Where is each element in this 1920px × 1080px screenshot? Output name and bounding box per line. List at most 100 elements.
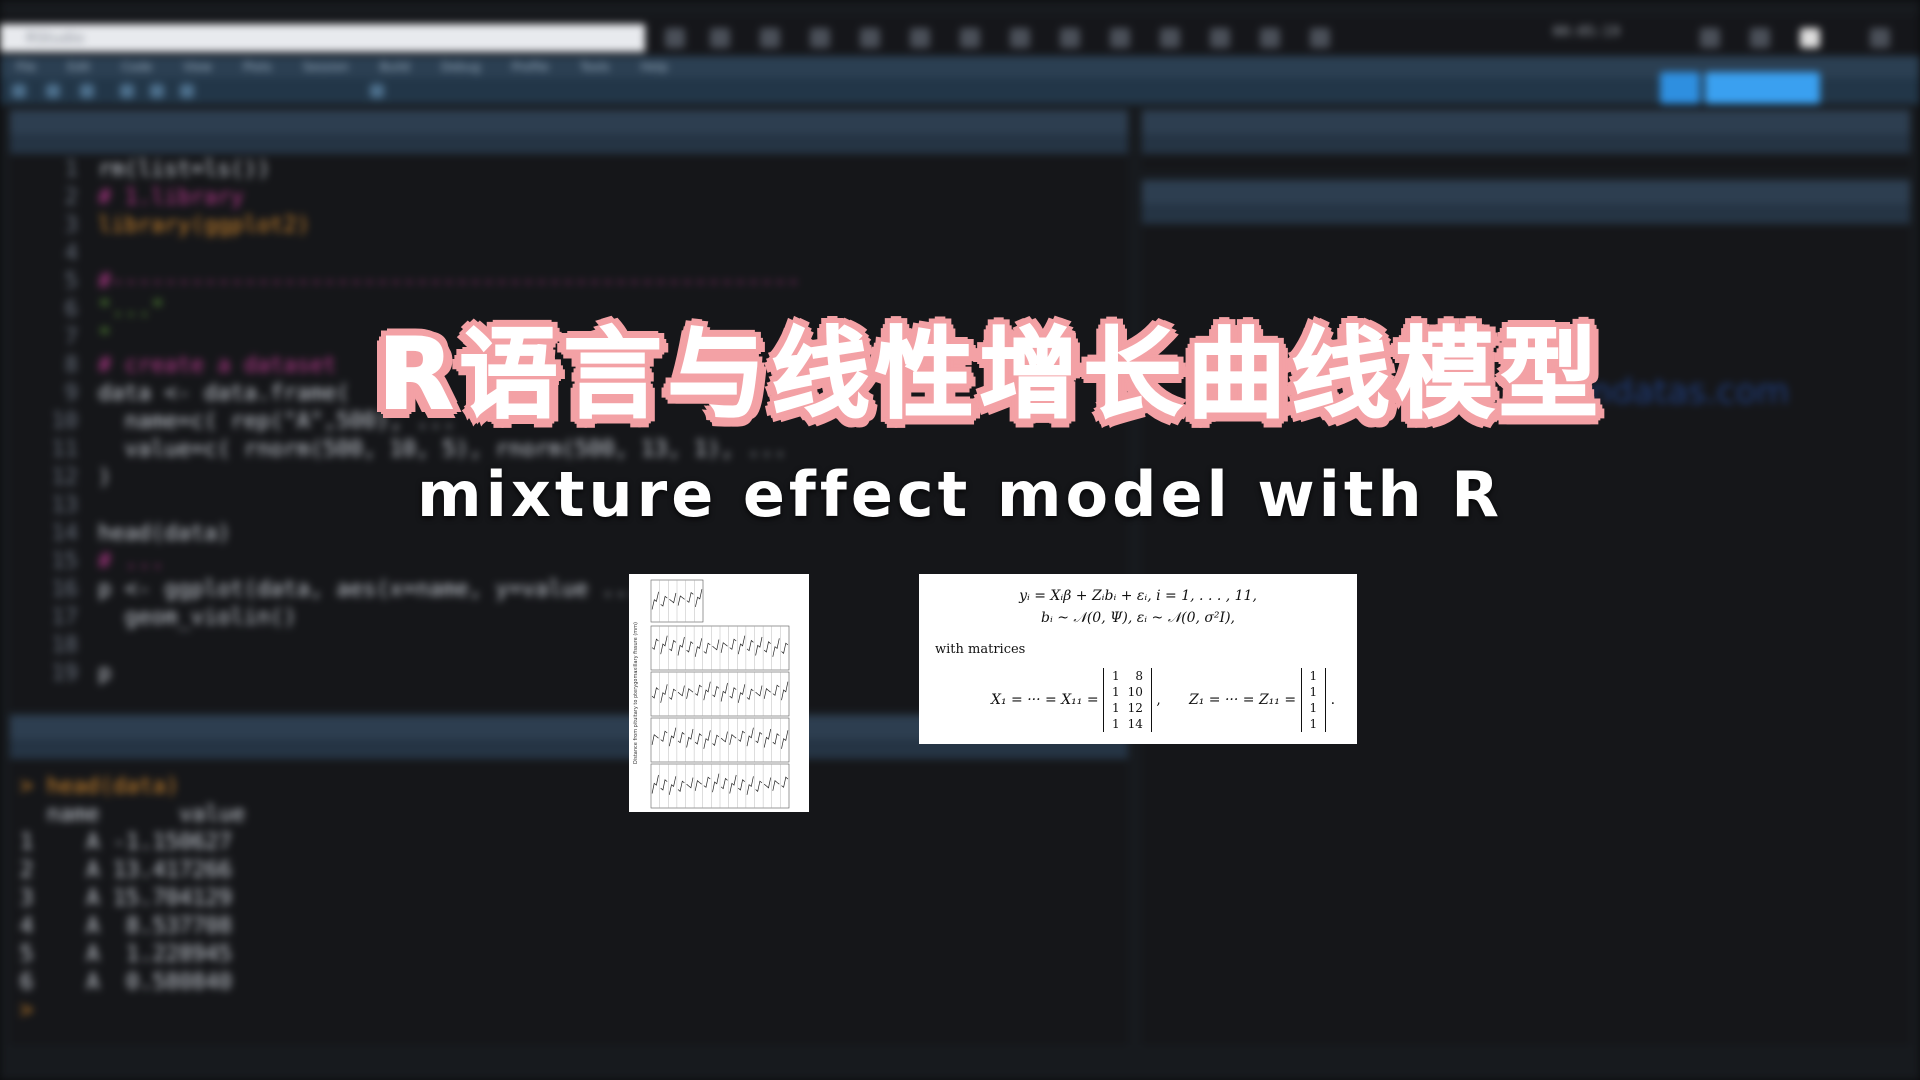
z-matrix-equation: Z₁ = ··· = Z₁₁ = 1 1 1 1 . [1189, 668, 1335, 732]
growth-trace [720, 731, 728, 743]
menu-item[interactable]: Help [641, 60, 668, 74]
menu-item[interactable]: Edit [67, 60, 90, 74]
save-icon[interactable] [80, 84, 94, 98]
save-all-icon[interactable] [120, 84, 134, 98]
project-button[interactable] [1705, 72, 1820, 104]
growth-trace [694, 733, 702, 745]
code-line[interactable]: 15 # ... [20, 548, 800, 576]
growth-trace [677, 595, 685, 606]
tool-icon[interactable] [860, 28, 880, 48]
growth-trace [660, 730, 668, 742]
growth-trace [668, 727, 677, 747]
menu-item[interactable]: Profile [512, 60, 549, 74]
recording-clock: 00:05:19 [1552, 24, 1620, 40]
environment-pane[interactable] [1142, 110, 1910, 170]
console-line: name value [20, 802, 246, 827]
tool-icon[interactable] [960, 28, 980, 48]
matrix-cell: 8 [1135, 669, 1143, 683]
menu-item[interactable]: View [183, 60, 211, 74]
ide-background: RStudio 00:05:19 File Edit Code View Plo… [0, 0, 1920, 1080]
growth-trace [703, 776, 711, 788]
tool-icon[interactable] [710, 28, 730, 48]
menu-item[interactable]: Session [303, 60, 349, 74]
growth-trace [694, 638, 703, 657]
tool-icon[interactable] [1060, 28, 1080, 48]
new-file-icon[interactable] [12, 84, 26, 98]
growth-trace [677, 685, 685, 697]
growth-trace [755, 731, 763, 744]
menu-item[interactable]: Build [380, 60, 410, 74]
line-number: 18 [51, 633, 79, 658]
growth-trace [755, 685, 763, 697]
menu-item[interactable]: Code [122, 60, 153, 74]
growth-trace [738, 730, 746, 742]
tool-icon[interactable] [1010, 28, 1030, 48]
close-icon[interactable] [1870, 28, 1890, 48]
growth-trace [651, 687, 659, 699]
menu-item[interactable]: Plots [243, 60, 272, 74]
app-title-tab: RStudio [0, 24, 645, 52]
menu-item[interactable]: Debug [441, 60, 480, 74]
x-matrix-equation: X₁ = ··· = X₁₁ = 1 8 1 10 1 12 1 14 , [991, 668, 1161, 732]
editor-toolbar [10, 134, 1128, 154]
line-number: 7 [64, 325, 78, 350]
growth-trace [720, 777, 728, 790]
pen-icon[interactable] [760, 28, 780, 48]
open-icon[interactable] [46, 84, 60, 98]
console-line: 3 A 15.704129 [20, 886, 232, 911]
tool-icon[interactable] [1700, 28, 1720, 48]
growth-trace [772, 733, 780, 745]
matrix-cell: 1 [1309, 669, 1318, 683]
line-number: 8 [64, 353, 78, 378]
project-icon[interactable] [1660, 72, 1700, 104]
print-icon[interactable] [150, 84, 164, 98]
code-line[interactable]: 2 # 1.library [20, 184, 800, 212]
growth-trace [737, 635, 746, 655]
growth-trace [781, 776, 789, 788]
tool-icon[interactable] [1110, 28, 1130, 48]
code-text: geom_violin() [98, 605, 297, 630]
growth-trace [651, 734, 659, 745]
tool-icon[interactable] [1800, 28, 1820, 48]
tool-icon[interactable] [1160, 28, 1180, 48]
code-text: "..." [98, 297, 165, 322]
line-number: 1 [64, 157, 78, 182]
line-number: 5 [64, 269, 78, 294]
code-text: #---------------------------------------… [98, 269, 800, 294]
menu-item[interactable]: File [16, 60, 36, 74]
growth-trace [669, 688, 677, 700]
console-line: 6 A 0.580840 [20, 970, 232, 995]
line-number: 19 [51, 661, 79, 686]
code-line[interactable]: 5 #--------------------------------------… [20, 268, 800, 296]
code-line[interactable]: 4 [20, 240, 800, 268]
code-line[interactable]: 3 library(ggplot2) [20, 212, 800, 240]
console-line: 5 A 1.228945 [20, 942, 232, 967]
console-output[interactable]: > head(data) name value 1 A -1.150627 2 A … [20, 773, 245, 1025]
editor-tabs [10, 110, 1128, 134]
line-number: 2 [64, 185, 78, 210]
trellis-panels [650, 579, 790, 809]
matrix-cell: 1 [1112, 701, 1120, 715]
tool-icon[interactable] [1750, 28, 1770, 48]
tool-icon[interactable] [665, 28, 685, 48]
close-icon[interactable] [1210, 28, 1230, 48]
console-line: 2 A 13.417266 [20, 858, 232, 883]
code-text: p [98, 661, 112, 686]
tool-icon[interactable] [910, 28, 930, 48]
plots-tabs [1142, 180, 1910, 204]
tool-icon[interactable] [1260, 28, 1280, 48]
growth-trace [729, 638, 737, 650]
console-pane[interactable]: > head(data) name value 1 A -1.150627 2 A … [10, 715, 1128, 1045]
console-line: > head(data) [20, 774, 179, 799]
growth-trace [677, 780, 685, 792]
menu-item[interactable]: Tools [580, 60, 610, 74]
growth-trace [772, 638, 780, 657]
pen-icon[interactable] [810, 28, 830, 48]
tool-icon[interactable] [1310, 28, 1330, 48]
growth-trace [669, 592, 677, 604]
growth-curve-thumbnail: Distance from pituitary to pterygomaxill… [629, 574, 809, 812]
addins-icon[interactable] [370, 84, 384, 98]
code-line[interactable]: 1 rm(list=ls()) [20, 156, 800, 184]
tool-icon[interactable] [180, 84, 194, 98]
growth-trace [660, 684, 668, 703]
